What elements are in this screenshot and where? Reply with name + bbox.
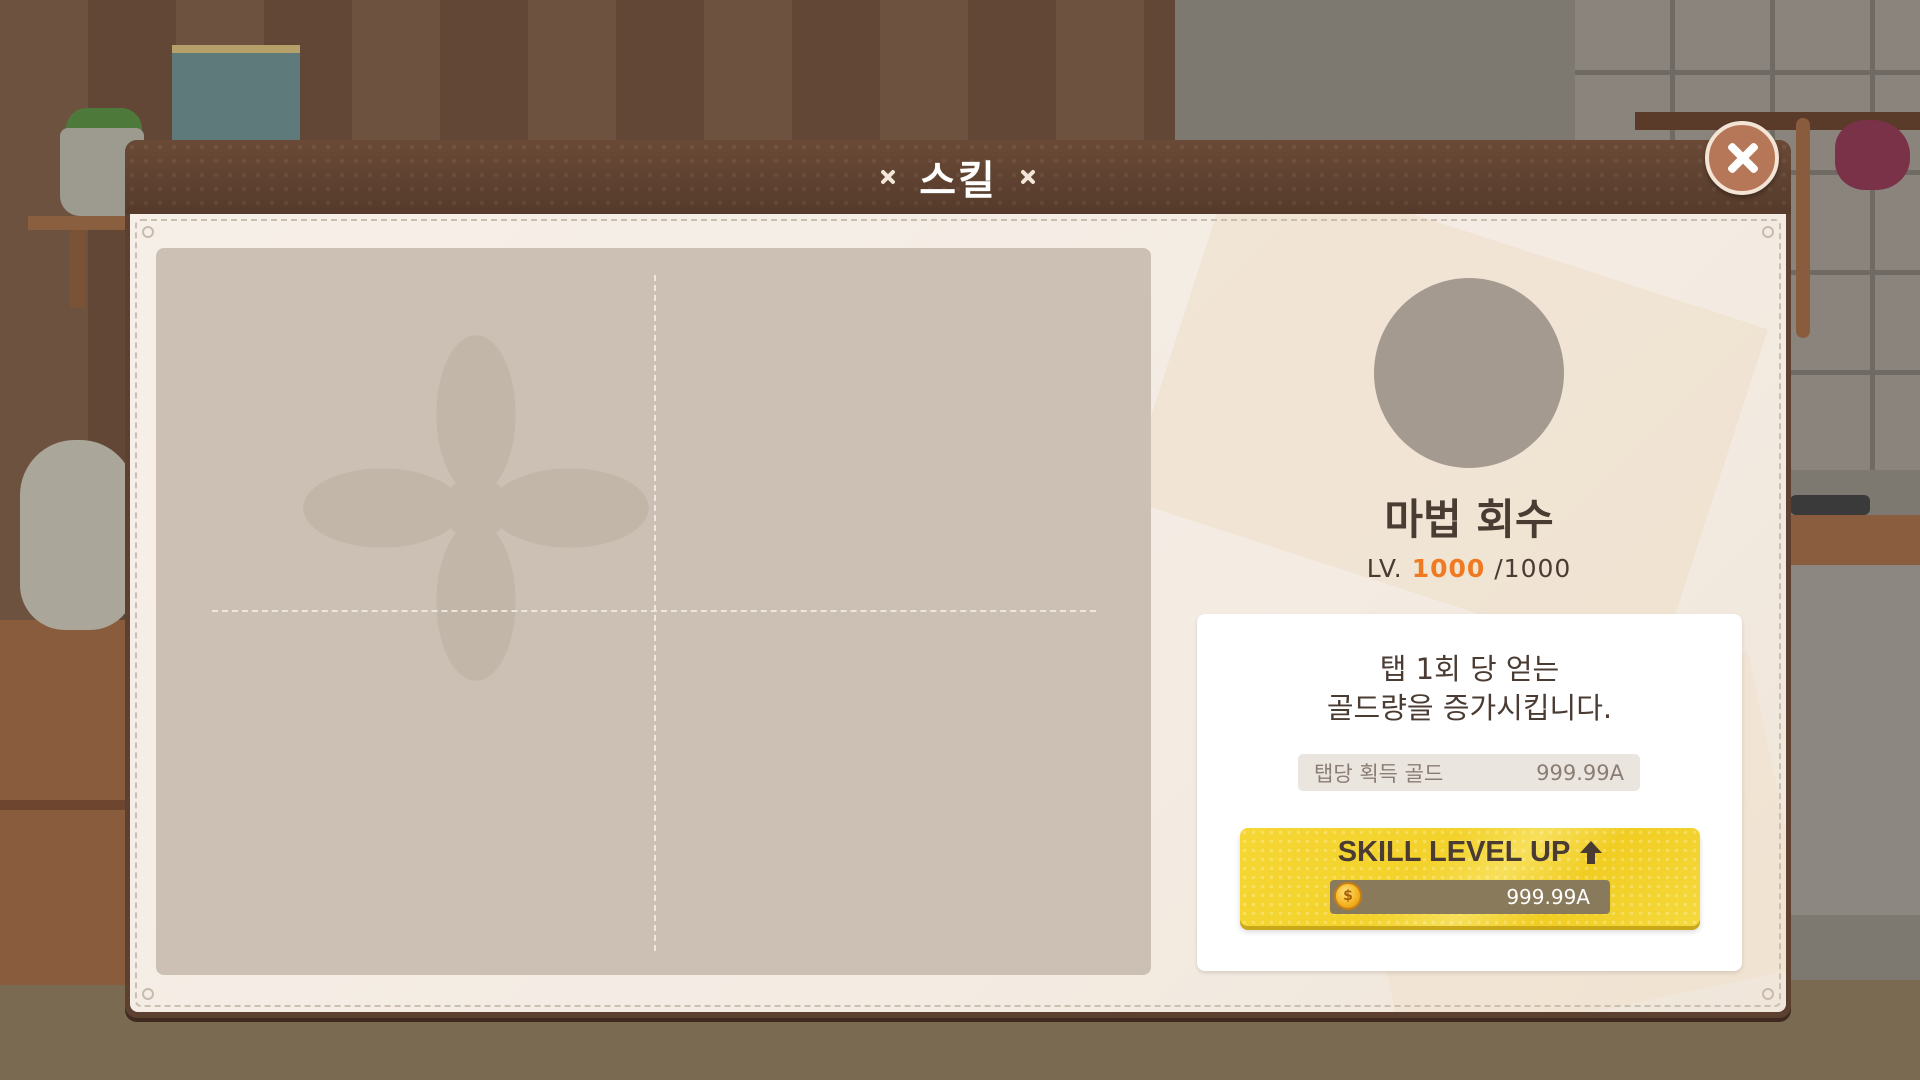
sparkle-icon xyxy=(879,168,897,186)
background-picture-frame xyxy=(172,45,300,153)
close-icon xyxy=(1709,125,1775,191)
arrow-up-icon xyxy=(1580,840,1603,865)
corner-rivet xyxy=(142,226,154,238)
skill-name: 마법 회수 xyxy=(1384,495,1554,544)
background-shelf xyxy=(28,216,138,230)
skill-level: LV. 1000 /1000 xyxy=(1230,554,1708,583)
corner-rivet xyxy=(1762,226,1774,238)
modal-title-wrap: 스킬 xyxy=(125,140,1791,214)
modal-body: 마법 회수 LV. 1000 /1000 탭 1회 당 얻는 골드량을 증가시킵… xyxy=(130,214,1786,1012)
stat-label: 탭당 획득 골드 xyxy=(1314,761,1444,786)
skill-info-card: 탭 1회 당 얻는 골드량을 증가시킵니다. 탭당 획득 골드 999.99A … xyxy=(1197,614,1742,971)
stat-row: 탭당 획득 골드 999.99A xyxy=(1298,754,1640,791)
description-line: 탭 1회 당 얻는 xyxy=(1379,652,1560,686)
level-max: /1000 xyxy=(1494,554,1572,583)
background-shelf-bracket xyxy=(70,230,86,308)
background-counter xyxy=(1780,520,1920,915)
flower-watermark-icon xyxy=(303,335,649,681)
level-up-label-wrap: SKILL LEVEL UP xyxy=(1240,836,1700,869)
level-current: 1000 xyxy=(1411,554,1486,583)
stat-value: 999.99A xyxy=(1536,760,1624,785)
background-cabinet-divider xyxy=(0,800,128,810)
skill-description: 탭 1회 당 얻는 골드량을 증가시킵니다. xyxy=(1197,650,1742,728)
background-hanging-pot xyxy=(1835,120,1910,190)
level-up-label: SKILL LEVEL UP xyxy=(1337,836,1571,868)
cost-value: 999.99A xyxy=(1506,885,1590,909)
skill-icon xyxy=(1374,278,1564,468)
close-button[interactable] xyxy=(1705,121,1779,195)
sparkle-icon xyxy=(1019,168,1037,186)
modal-header: 스킬 xyxy=(125,140,1791,214)
background-teddy-bear xyxy=(20,440,135,630)
cost-pill: $ 999.99A xyxy=(1330,880,1610,914)
skill-level-up-button[interactable]: SKILL LEVEL UP $ 999.99A xyxy=(1240,828,1700,926)
background-ladle xyxy=(1796,118,1810,338)
background-pan xyxy=(1790,495,1870,515)
preview-guide-vertical xyxy=(654,275,656,951)
corner-rivet xyxy=(142,988,154,1000)
background-counter-top xyxy=(1780,515,1920,565)
description-line: 골드량을 증가시킵니다. xyxy=(1326,691,1613,725)
corner-rivet xyxy=(1762,988,1774,1000)
skill-modal: 스킬 마법 회수 LV. 1000 /1000 탭 1회 당 얻는 골드량을 증… xyxy=(125,140,1791,1018)
coin-icon: $ xyxy=(1334,882,1362,910)
level-prefix: LV. xyxy=(1366,554,1403,583)
skill-preview-panel xyxy=(156,248,1151,975)
modal-title: 스킬 xyxy=(919,158,997,204)
